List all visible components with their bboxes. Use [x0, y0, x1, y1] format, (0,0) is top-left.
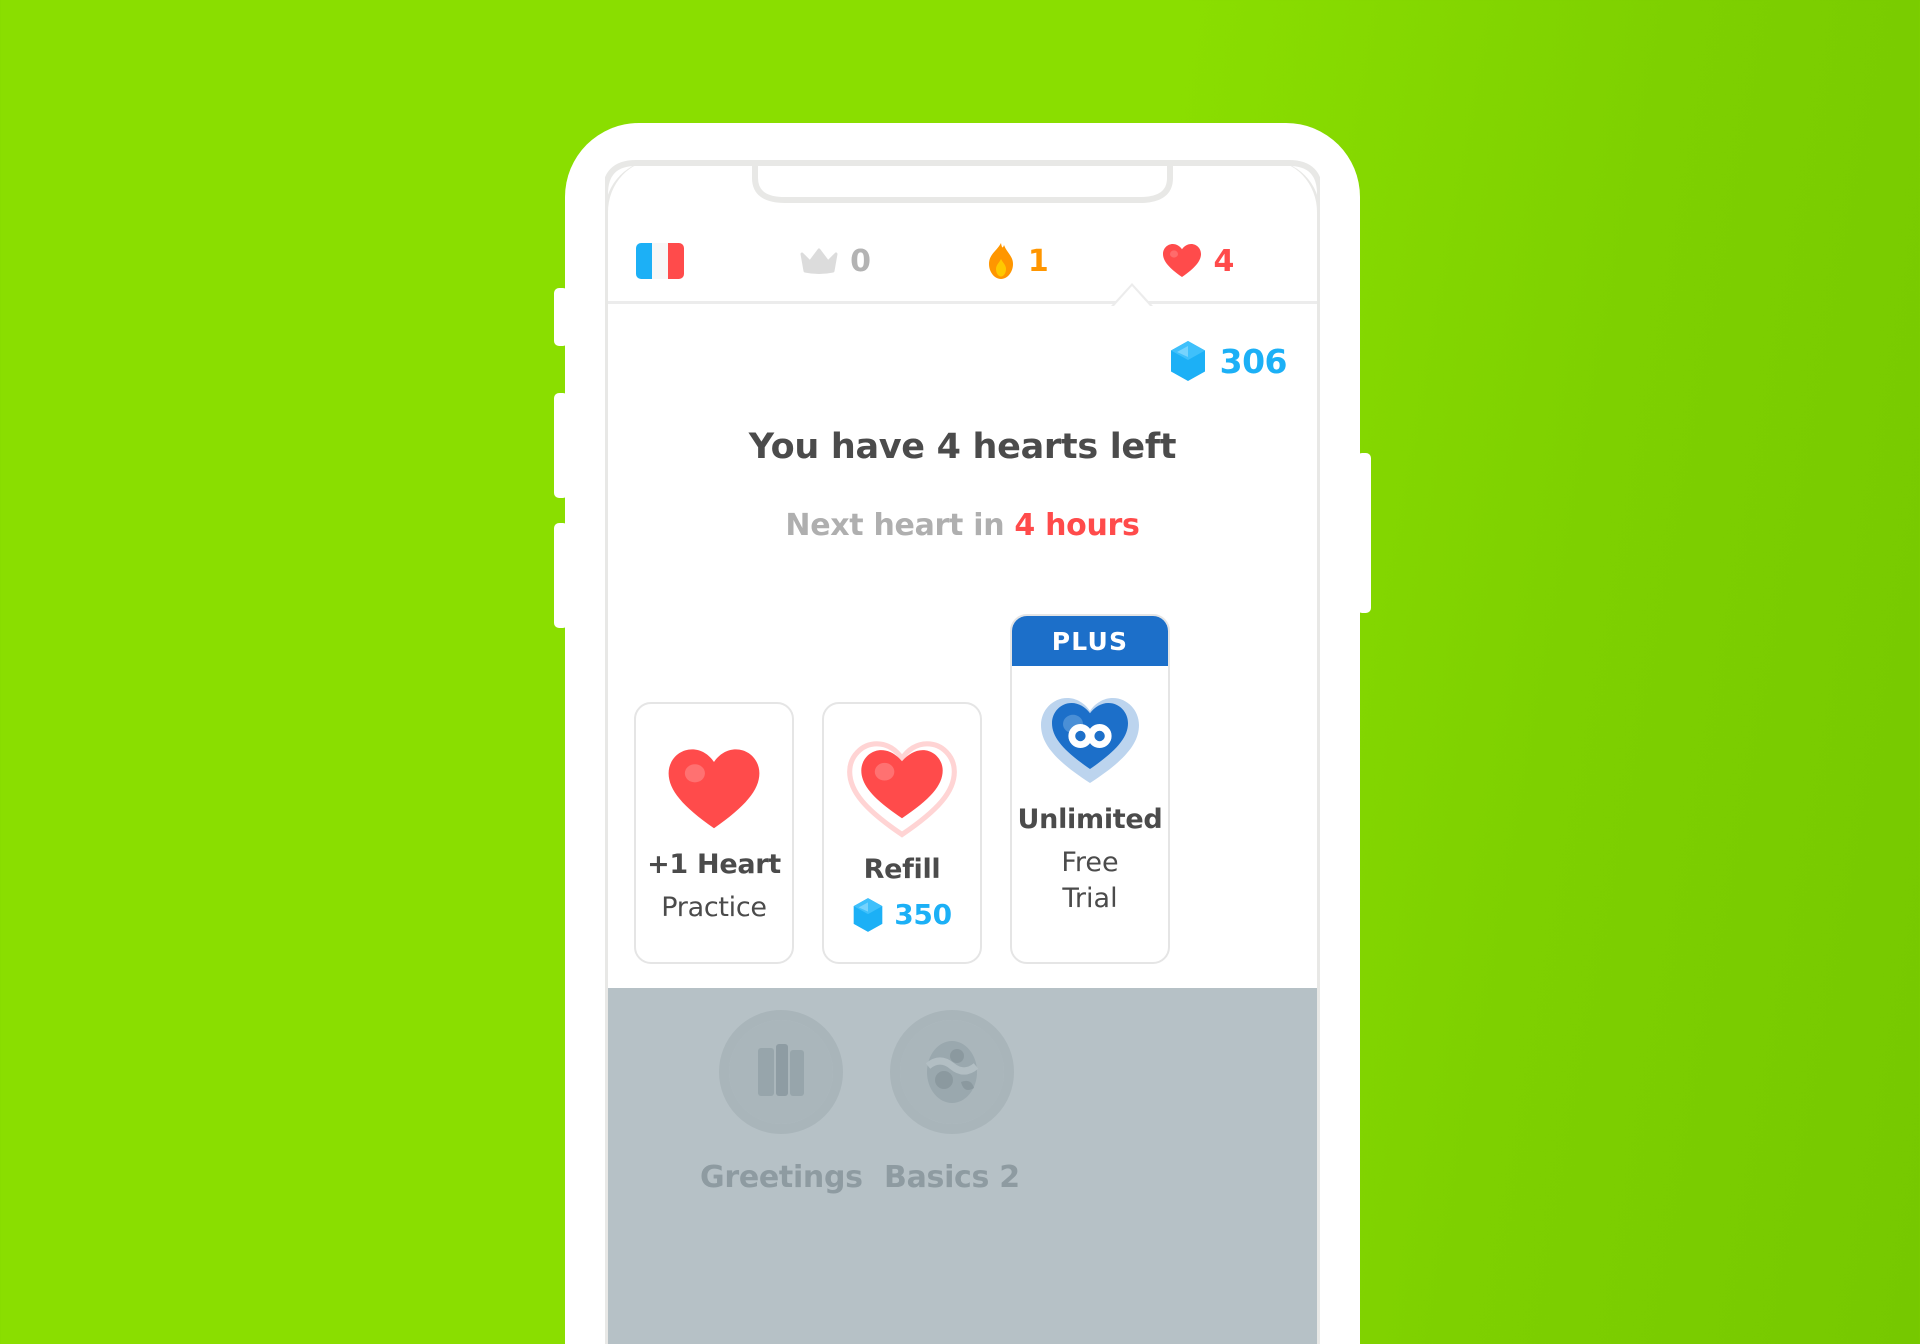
popup-headline: You have 4 hearts left: [748, 427, 1177, 467]
phone-device: 0 1 4 306 You have 4 hearts left Next he…: [554, 123, 1371, 1344]
gem-icon: [1170, 341, 1205, 381]
heart-outline-ring-icon: [847, 740, 957, 838]
plus-subtitle-line2: Trial: [1062, 882, 1118, 914]
skill-label: Basics 2: [884, 1160, 1020, 1195]
streak-count: 1: [1027, 243, 1049, 279]
dimmed-skill-path: Greetings Basics 2: [608, 988, 1317, 1344]
heart-icon: [1163, 244, 1202, 277]
volume-down-button[interactable]: [554, 523, 568, 628]
infinity-heart-icon: [1040, 698, 1139, 783]
france-flag-icon: [636, 243, 684, 279]
book-skill-icon: [729, 1020, 834, 1124]
practice-card-subtitle: Practice: [661, 892, 767, 923]
practice-card-title: +1 Heart: [647, 849, 781, 880]
refill-card-price: 350: [852, 897, 952, 933]
gem-balance[interactable]: 306: [1169, 340, 1288, 382]
hearts-options-row: +1 Heart Practice Refill 350 PLUS Unlimi…: [634, 614, 1294, 964]
crown-counter[interactable]: 0: [744, 244, 926, 279]
power-button[interactable]: [1357, 453, 1371, 613]
skill-greetings[interactable]: Greetings: [700, 1010, 863, 1195]
skill-label: Greetings: [700, 1160, 863, 1195]
crown-icon: [800, 248, 838, 274]
refill-price-value: 350: [894, 898, 952, 931]
streak-counter[interactable]: 1: [926, 242, 1108, 280]
practice-heart-card[interactable]: +1 Heart Practice: [634, 702, 794, 964]
popup-subline: Next heart in 4 hours: [608, 508, 1317, 543]
plus-card-title: Unlimited: [1017, 804, 1163, 835]
gem-count: 306: [1219, 341, 1288, 381]
subline-prefix: Next heart in: [785, 508, 1015, 543]
egg-skill-icon: [899, 1020, 1004, 1124]
silent-switch-button[interactable]: [554, 288, 568, 346]
refill-heart-card[interactable]: Refill 350: [822, 702, 982, 964]
plus-card-subtitle: Free Trial: [1061, 845, 1118, 916]
hearts-count: 4: [1213, 243, 1234, 279]
skill-ring: [889, 1010, 1014, 1134]
hearts-popup-panel: 306 You have 4 hearts left Next heart in…: [608, 304, 1317, 988]
skill-basics-2[interactable]: Basics 2: [884, 1010, 1020, 1195]
plus-subtitle-line1: Free: [1061, 847, 1119, 878]
subline-highlight: 4 hours: [1014, 508, 1140, 543]
flame-icon: [988, 243, 1013, 279]
language-flag-button[interactable]: [636, 243, 744, 279]
heart-filled-icon: [668, 749, 760, 829]
app-status-bar: 0 1 4: [608, 221, 1317, 304]
plus-free-trial-card[interactable]: PLUS Unlimited Free Trial: [1010, 614, 1170, 964]
crown-count: 0: [850, 243, 871, 279]
plus-card-body: Unlimited Free Trial: [1018, 666, 1163, 962]
refill-card-title: Refill: [863, 853, 941, 885]
volume-up-button[interactable]: [554, 393, 568, 498]
phone-screen: 0 1 4 306 You have 4 hearts left Next he…: [605, 160, 1320, 1344]
plus-banner-label: PLUS: [1012, 616, 1168, 666]
skill-ring: [719, 1010, 844, 1134]
gem-icon: [853, 897, 883, 932]
hearts-counter[interactable]: 4: [1107, 243, 1289, 279]
